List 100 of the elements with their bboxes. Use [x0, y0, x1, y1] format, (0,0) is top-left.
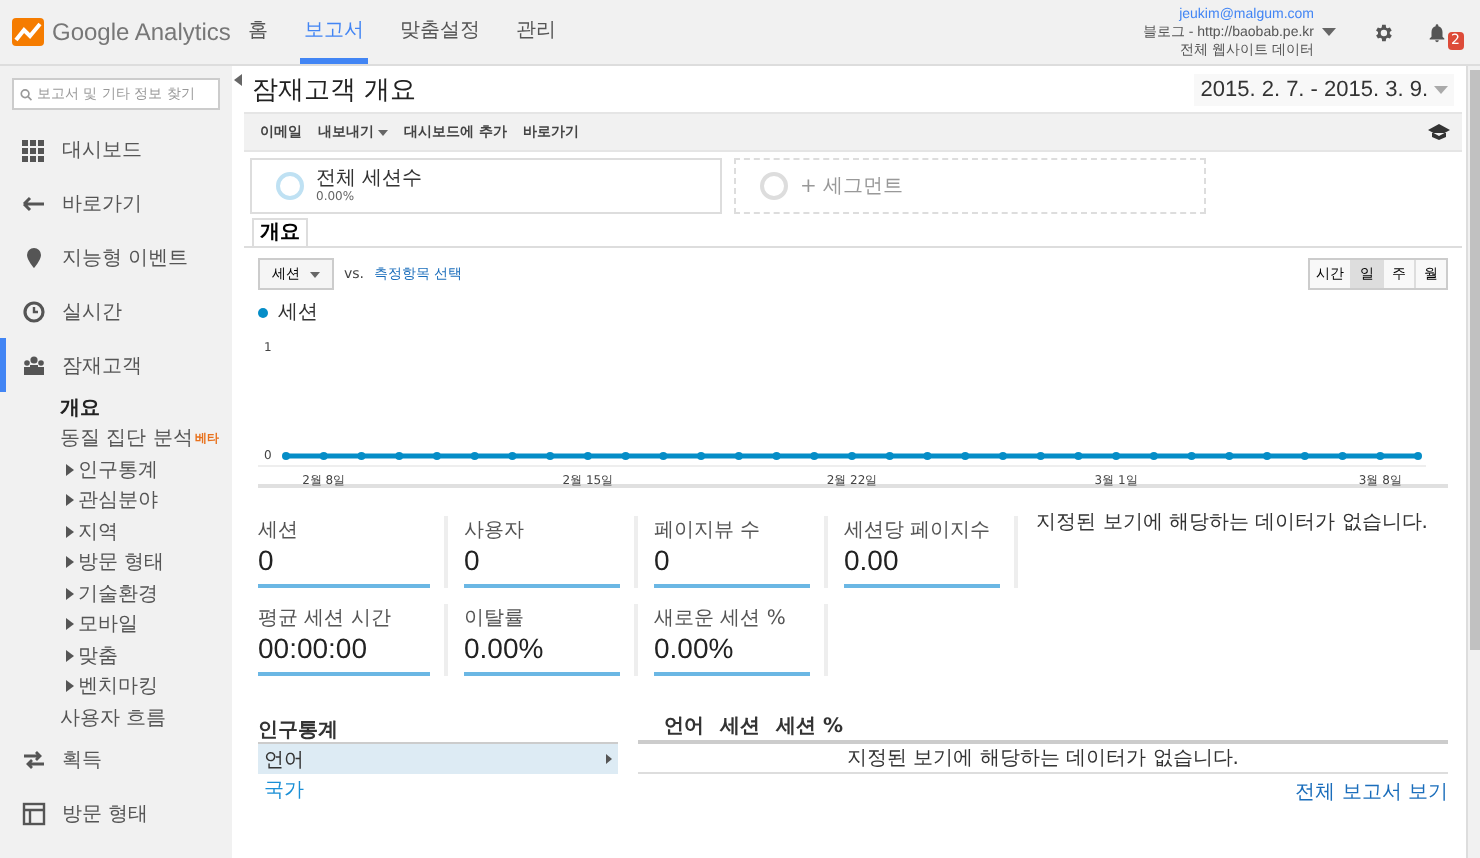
metric-value: 0	[258, 544, 276, 576]
sidebar-subitem[interactable]: 인구통계	[0, 454, 232, 485]
chart-point	[697, 452, 706, 460]
sidebar-item[interactable]: 획득	[0, 733, 232, 787]
expand-arrow-icon	[66, 587, 74, 600]
chart-point	[546, 452, 555, 460]
page-title: 잠재고객 개요	[252, 73, 417, 107]
demographics-item[interactable]: 언어	[258, 744, 618, 774]
chart-point	[998, 452, 1007, 460]
bell-icon	[1426, 21, 1448, 43]
sidebar-item[interactable]: 방문 형태	[0, 787, 232, 841]
caret-icon	[1434, 85, 1448, 93]
clock-icon	[22, 299, 46, 323]
chart-point	[319, 452, 328, 460]
metric-label: 페이지뷰 수	[654, 518, 763, 544]
expand-arrow-icon	[66, 494, 74, 507]
collapse-arrow-icon[interactable]	[234, 74, 242, 86]
no-data-message: 지정된 보기에 해당하는 데이터가 없습니다.	[638, 744, 1448, 774]
full-report-link[interactable]: 전체 보고서 보기	[1295, 778, 1448, 806]
metric-value: 0	[464, 544, 482, 576]
chart-point	[1149, 452, 1158, 460]
no-data-message: 지정된 보기에 해당하는 데이터가 없습니다.	[1036, 510, 1428, 538]
metric-label: 세션	[258, 518, 300, 544]
sidebar-subitem[interactable]: 개요	[0, 392, 232, 423]
chart-point	[885, 452, 894, 460]
graduation-cap-icon[interactable]	[1428, 124, 1450, 140]
sidebar-item[interactable]: 지능형 이벤트	[0, 230, 232, 284]
segment-ring-icon	[760, 172, 788, 200]
sidebar-item[interactable]: 실시간	[0, 284, 232, 338]
metric-label: 새로운 세션 %	[654, 606, 788, 632]
expand-arrow-icon	[66, 618, 74, 631]
sidebar-item[interactable]: 대시보드	[0, 122, 232, 176]
chart-point	[1263, 452, 1272, 460]
search-icon	[20, 87, 33, 101]
chart-point	[772, 452, 781, 460]
sidebar-label: 바로가기	[62, 191, 142, 217]
chart-point	[1338, 452, 1347, 460]
demographics-item[interactable]: 국가	[258, 774, 618, 804]
app-logo-text: Google Analytics	[52, 18, 231, 46]
chart-point	[961, 452, 970, 460]
segment-ring-icon	[276, 172, 304, 200]
chart-point	[848, 452, 856, 460]
settings-icon	[1372, 21, 1394, 43]
pin-icon	[22, 245, 46, 269]
chart-point	[395, 452, 404, 460]
arrow-icon	[22, 191, 46, 215]
chart-point	[659, 452, 668, 460]
expand-arrow-icon	[66, 680, 74, 693]
metric-label: 사용자	[464, 518, 526, 544]
chart-point	[1300, 452, 1309, 460]
expand-arrow-icon	[66, 649, 74, 662]
sidebar-item[interactable]: 바로가기	[0, 176, 232, 230]
metric-value: 0.00%	[654, 632, 736, 664]
metric-label: 이탈률	[464, 606, 526, 632]
sidebar-subitem[interactable]: 관심분야	[0, 485, 232, 516]
chevron-right-icon	[606, 754, 612, 764]
sidebar-subitem[interactable]: 사용자 흐름	[0, 702, 232, 733]
scrollbar[interactable]	[1466, 66, 1480, 858]
chart-point	[1187, 452, 1196, 460]
chart-point	[734, 452, 743, 460]
chart-point	[1414, 452, 1422, 460]
swap-arrows-icon	[22, 748, 46, 772]
notifications-button[interactable]	[1426, 21, 1448, 43]
nav-tab[interactable]: 관리	[512, 0, 560, 64]
expand-arrow-icon	[66, 556, 74, 569]
tab[interactable]: 개요	[252, 218, 308, 246]
nav-tab[interactable]: 맞춤설정	[396, 0, 484, 64]
chart-point	[923, 452, 932, 460]
sidebar-subitem[interactable]: 기술환경	[0, 578, 232, 609]
chart-point	[470, 452, 479, 460]
sidebar-item[interactable]: 잠재고객	[0, 338, 232, 392]
chart-point	[1074, 452, 1083, 460]
legend-label: 세션	[278, 300, 318, 326]
column-header: 세션	[720, 714, 760, 740]
sidebar-label: 대시보드	[62, 137, 142, 163]
sidebar-label: 지능형 이벤트	[62, 245, 189, 271]
chart-point	[508, 452, 517, 460]
caret-icon[interactable]	[1322, 28, 1336, 36]
nav-tab[interactable]: 홈	[244, 0, 272, 64]
sidebar-label: 방문 형태	[62, 802, 149, 828]
layout-icon	[22, 802, 46, 826]
sidebar-subitem[interactable]: 벤치마킹	[0, 671, 232, 702]
expand-arrow-icon	[66, 463, 74, 476]
date-range-picker[interactable]: 2015. 2. 7. - 2015. 3. 9.	[1194, 73, 1454, 105]
sidebar-label: 획득	[62, 748, 102, 774]
caret-icon	[378, 129, 388, 135]
chart-point	[1225, 452, 1234, 460]
settings-button[interactable]	[1372, 21, 1394, 43]
chart-point	[282, 452, 290, 460]
sidebar-subitem[interactable]: 지역	[0, 516, 232, 547]
chart-point	[621, 452, 630, 460]
sidebar-subitem[interactable]: 방문 형태	[0, 547, 232, 578]
people-icon	[22, 353, 46, 377]
add-segment-label: + 세그먼트	[800, 174, 904, 200]
sidebar-subitem[interactable]: 맞춤	[0, 640, 232, 671]
segment-name: 전체 세션수	[316, 169, 423, 189]
sidebar-subitem[interactable]: 모바일	[0, 609, 232, 640]
metric-value: 0.00%	[464, 632, 546, 664]
table-title: 언어	[662, 714, 704, 740]
metric-value: 0	[654, 544, 672, 576]
